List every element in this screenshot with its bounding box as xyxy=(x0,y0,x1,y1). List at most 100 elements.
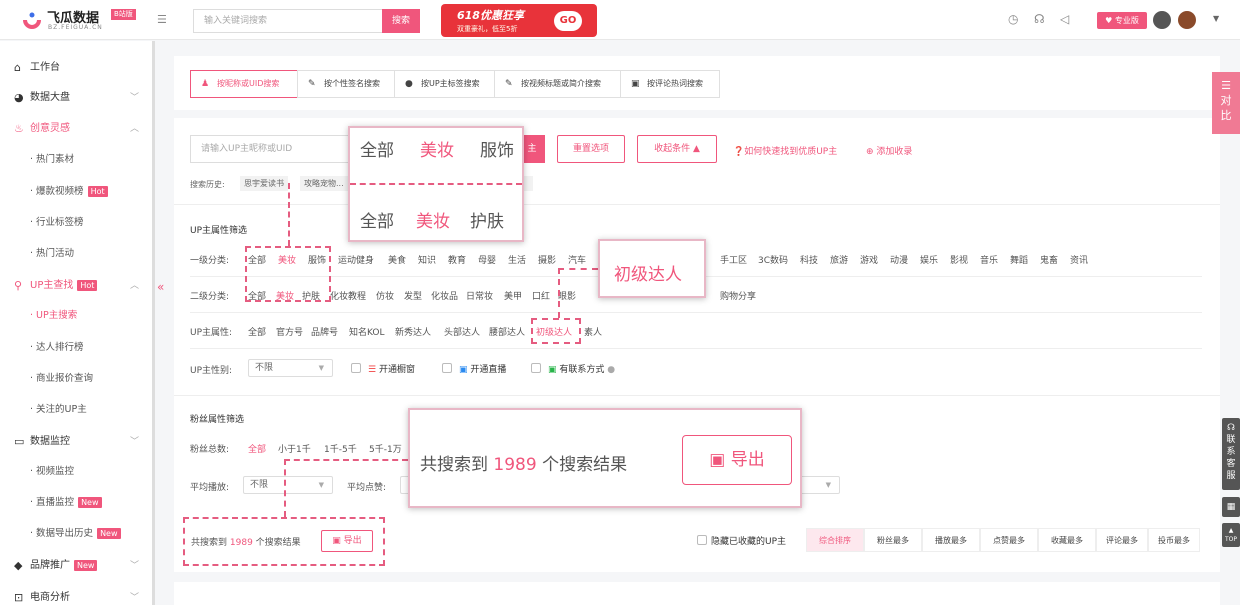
history-chip[interactable]: 攻略宠物... xyxy=(300,176,348,191)
tab-signature[interactable]: ✎ 按个性签名搜索 xyxy=(297,70,395,98)
cat2-option[interactable]: 眼影 xyxy=(558,289,576,302)
cat1-option[interactable]: 舞蹈 xyxy=(1010,253,1028,266)
cat1-option[interactable]: 科技 xyxy=(800,253,818,266)
avatar-secondary[interactable] xyxy=(1178,11,1196,29)
attr-option[interactable]: 头部达人 xyxy=(444,325,480,338)
up-search-input[interactable]: 请输入UP主昵称或UID xyxy=(190,135,350,163)
sidebar-sub-live-monitor[interactable]: · 直播监控 New xyxy=(30,495,102,511)
cat1-option[interactable]: 母婴 xyxy=(478,253,496,266)
cat2-option[interactable]: 化妆教程 xyxy=(330,289,366,302)
sidebar-item-workbench[interactable]: ⌂ 工作台 xyxy=(0,58,152,78)
sidebar-sub-followed[interactable]: · 关注的UP主 xyxy=(30,402,87,418)
cat1-option[interactable]: 鬼畜 xyxy=(1040,253,1058,266)
attr-option[interactable]: 官方号 xyxy=(276,325,303,338)
add-record-link[interactable]: ⊕ 添加收录 xyxy=(866,144,912,157)
sort-button[interactable]: 点赞最多 xyxy=(980,528,1038,552)
fans-option[interactable]: 1千-5千 xyxy=(324,442,357,455)
header-search-input[interactable]: 输入关键词搜索 xyxy=(193,9,383,33)
cat1-option[interactable]: 3C数码 xyxy=(758,253,788,266)
sort-button[interactable]: 评论最多 xyxy=(1096,528,1148,552)
cat1-option[interactable]: 影视 xyxy=(950,253,968,266)
cat2-option[interactable]: 美甲 xyxy=(504,289,522,302)
sort-button[interactable]: 播放最多 xyxy=(922,528,980,552)
cat1-option[interactable]: 知识 xyxy=(418,253,436,266)
fans-option[interactable]: 全部 xyxy=(248,442,266,455)
extra-select[interactable]: ▼ xyxy=(796,476,840,494)
cat1-option[interactable]: 运动健身 xyxy=(338,253,374,266)
gender-select[interactable]: 不限 ▼ xyxy=(248,359,333,377)
promo-banner[interactable]: 618优惠狂享 双重豪礼，低至5折 GO xyxy=(441,4,597,37)
live-checkbox[interactable] xyxy=(442,363,452,373)
avg-play-select[interactable]: 不限 ▼ xyxy=(243,476,333,494)
avatar[interactable] xyxy=(1153,11,1171,29)
header-search-button[interactable]: 搜索 xyxy=(382,9,420,33)
sidebar-item-monitor[interactable]: ▭ 数据监控 ﹀ xyxy=(0,432,152,452)
fans-option[interactable]: 5千-1万 xyxy=(369,442,402,455)
cat2-option[interactable]: 化妆品 xyxy=(431,289,458,302)
attr-option[interactable]: 全部 xyxy=(248,325,266,338)
cat1-option[interactable]: 美食 xyxy=(388,253,406,266)
headset-icon[interactable]: ☊ xyxy=(1034,12,1045,26)
cat1-option[interactable]: 摄影 xyxy=(538,253,556,266)
cat1-option[interactable]: 旅游 xyxy=(830,253,848,266)
promo-go-button[interactable]: GO xyxy=(554,11,582,31)
sort-button[interactable]: 收藏最多 xyxy=(1038,528,1096,552)
account-dropdown-icon[interactable]: ▼ xyxy=(1213,14,1219,23)
cat1-option[interactable]: 教育 xyxy=(448,253,466,266)
clock-icon[interactable]: ◷ xyxy=(1008,12,1018,26)
fans-option[interactable]: 小于1千 xyxy=(278,442,311,455)
sort-button[interactable]: 投币最多 xyxy=(1148,528,1200,552)
announcement-icon[interactable]: ◁ xyxy=(1060,12,1069,26)
menu-toggle-icon[interactable]: ☰ xyxy=(157,13,167,26)
window-checkbox[interactable] xyxy=(351,363,361,373)
sort-button[interactable]: 综合排序 xyxy=(806,528,864,552)
pro-badge[interactable]: ♥ 专业版 xyxy=(1097,12,1147,29)
cat1-option[interactable]: 生活 xyxy=(508,253,526,266)
attr-option[interactable]: 知名KOL xyxy=(349,325,385,338)
sidebar-sub-tag-rank[interactable]: · 行业标签榜 xyxy=(30,215,84,231)
tab-video-title[interactable]: ✎ 按视频标题或简介搜索 xyxy=(494,70,621,98)
cat2-option[interactable]: 仿妆 xyxy=(376,289,394,302)
compare-button[interactable]: ☰ 对比 xyxy=(1212,72,1240,134)
cat1-option[interactable]: 游戏 xyxy=(860,253,878,266)
hide-fav-checkbox[interactable] xyxy=(697,535,707,545)
sidebar-sub-ranking[interactable]: · 达人排行榜 xyxy=(30,340,84,356)
history-chip[interactable]: 思宇爱读书 xyxy=(240,176,288,191)
sidebar-item-ecommerce[interactable]: ⊡ 电商分析 ﹀ xyxy=(0,588,152,605)
sidebar-item-dashboard[interactable]: ◕ 数据大盘 ﹀ xyxy=(0,88,152,108)
cat2-option[interactable]: 购物分享 xyxy=(720,289,756,302)
back-to-top-button[interactable]: ▲ TOP xyxy=(1222,523,1240,547)
sidebar-item-up-search[interactable]: ⚲ UP主查找 Hot ︿ xyxy=(0,276,152,296)
sidebar-sub-price[interactable]: · 商业报价查询 xyxy=(30,371,93,387)
tab-comment-hotword[interactable]: ▣ 按评论热词搜索 xyxy=(620,70,720,98)
sidebar-sub-hot-events[interactable]: · 热门活动 xyxy=(30,246,74,262)
sort-button[interactable]: 粉丝最多 xyxy=(864,528,922,552)
cat1-option[interactable]: 音乐 xyxy=(980,253,998,266)
cat1-option[interactable]: 汽车 xyxy=(568,253,586,266)
tab-up-tag[interactable]: ● 按UP主标签搜索 xyxy=(394,70,495,98)
attr-option[interactable]: 腰部达人 xyxy=(489,325,525,338)
cat1-option[interactable]: 动漫 xyxy=(890,253,908,266)
contact-checkbox[interactable] xyxy=(531,363,541,373)
sidebar-sub-hot-materials[interactable]: · 热门素材 xyxy=(30,152,74,168)
cat2-option[interactable]: 发型 xyxy=(404,289,422,302)
customer-service-button[interactable]: ☊ 联系客服 xyxy=(1222,418,1240,490)
tab-nickname-uid[interactable]: ♟ 按昵称或UID搜索 xyxy=(190,70,298,98)
collapse-button[interactable]: 收起条件 ▲ xyxy=(637,135,717,163)
sidebar-sub-export-history[interactable]: · 数据导出历史 New xyxy=(30,526,121,542)
sidebar-item-creative[interactable]: ♨ 创意灵感 ︿ xyxy=(0,119,152,139)
attr-option[interactable]: 品牌号 xyxy=(311,325,338,338)
collapse-sidebar-icon[interactable]: « xyxy=(157,280,164,294)
sidebar-sub-up-search[interactable]: · UP主搜索 xyxy=(30,308,77,324)
cat2-option[interactable]: 口红 xyxy=(532,289,550,302)
attr-option[interactable]: 新秀达人 xyxy=(395,325,431,338)
attr-option[interactable]: 素人 xyxy=(584,325,602,338)
sidebar-sub-hot-videos[interactable]: · 爆款视频榜 Hot xyxy=(30,184,108,200)
help-link[interactable]: ❓如何快速找到优质UP主 xyxy=(733,144,837,157)
cat1-option[interactable]: 手工区 xyxy=(720,253,747,266)
cat1-option[interactable]: 娱乐 xyxy=(920,253,938,266)
reset-button[interactable]: 重置选项 xyxy=(557,135,625,163)
sidebar-sub-video-monitor[interactable]: · 视频监控 xyxy=(30,464,74,480)
cat1-option[interactable]: 资讯 xyxy=(1070,253,1088,266)
sidebar-item-brand[interactable]: ◆ 品牌推广 New ﹀ xyxy=(0,556,152,576)
